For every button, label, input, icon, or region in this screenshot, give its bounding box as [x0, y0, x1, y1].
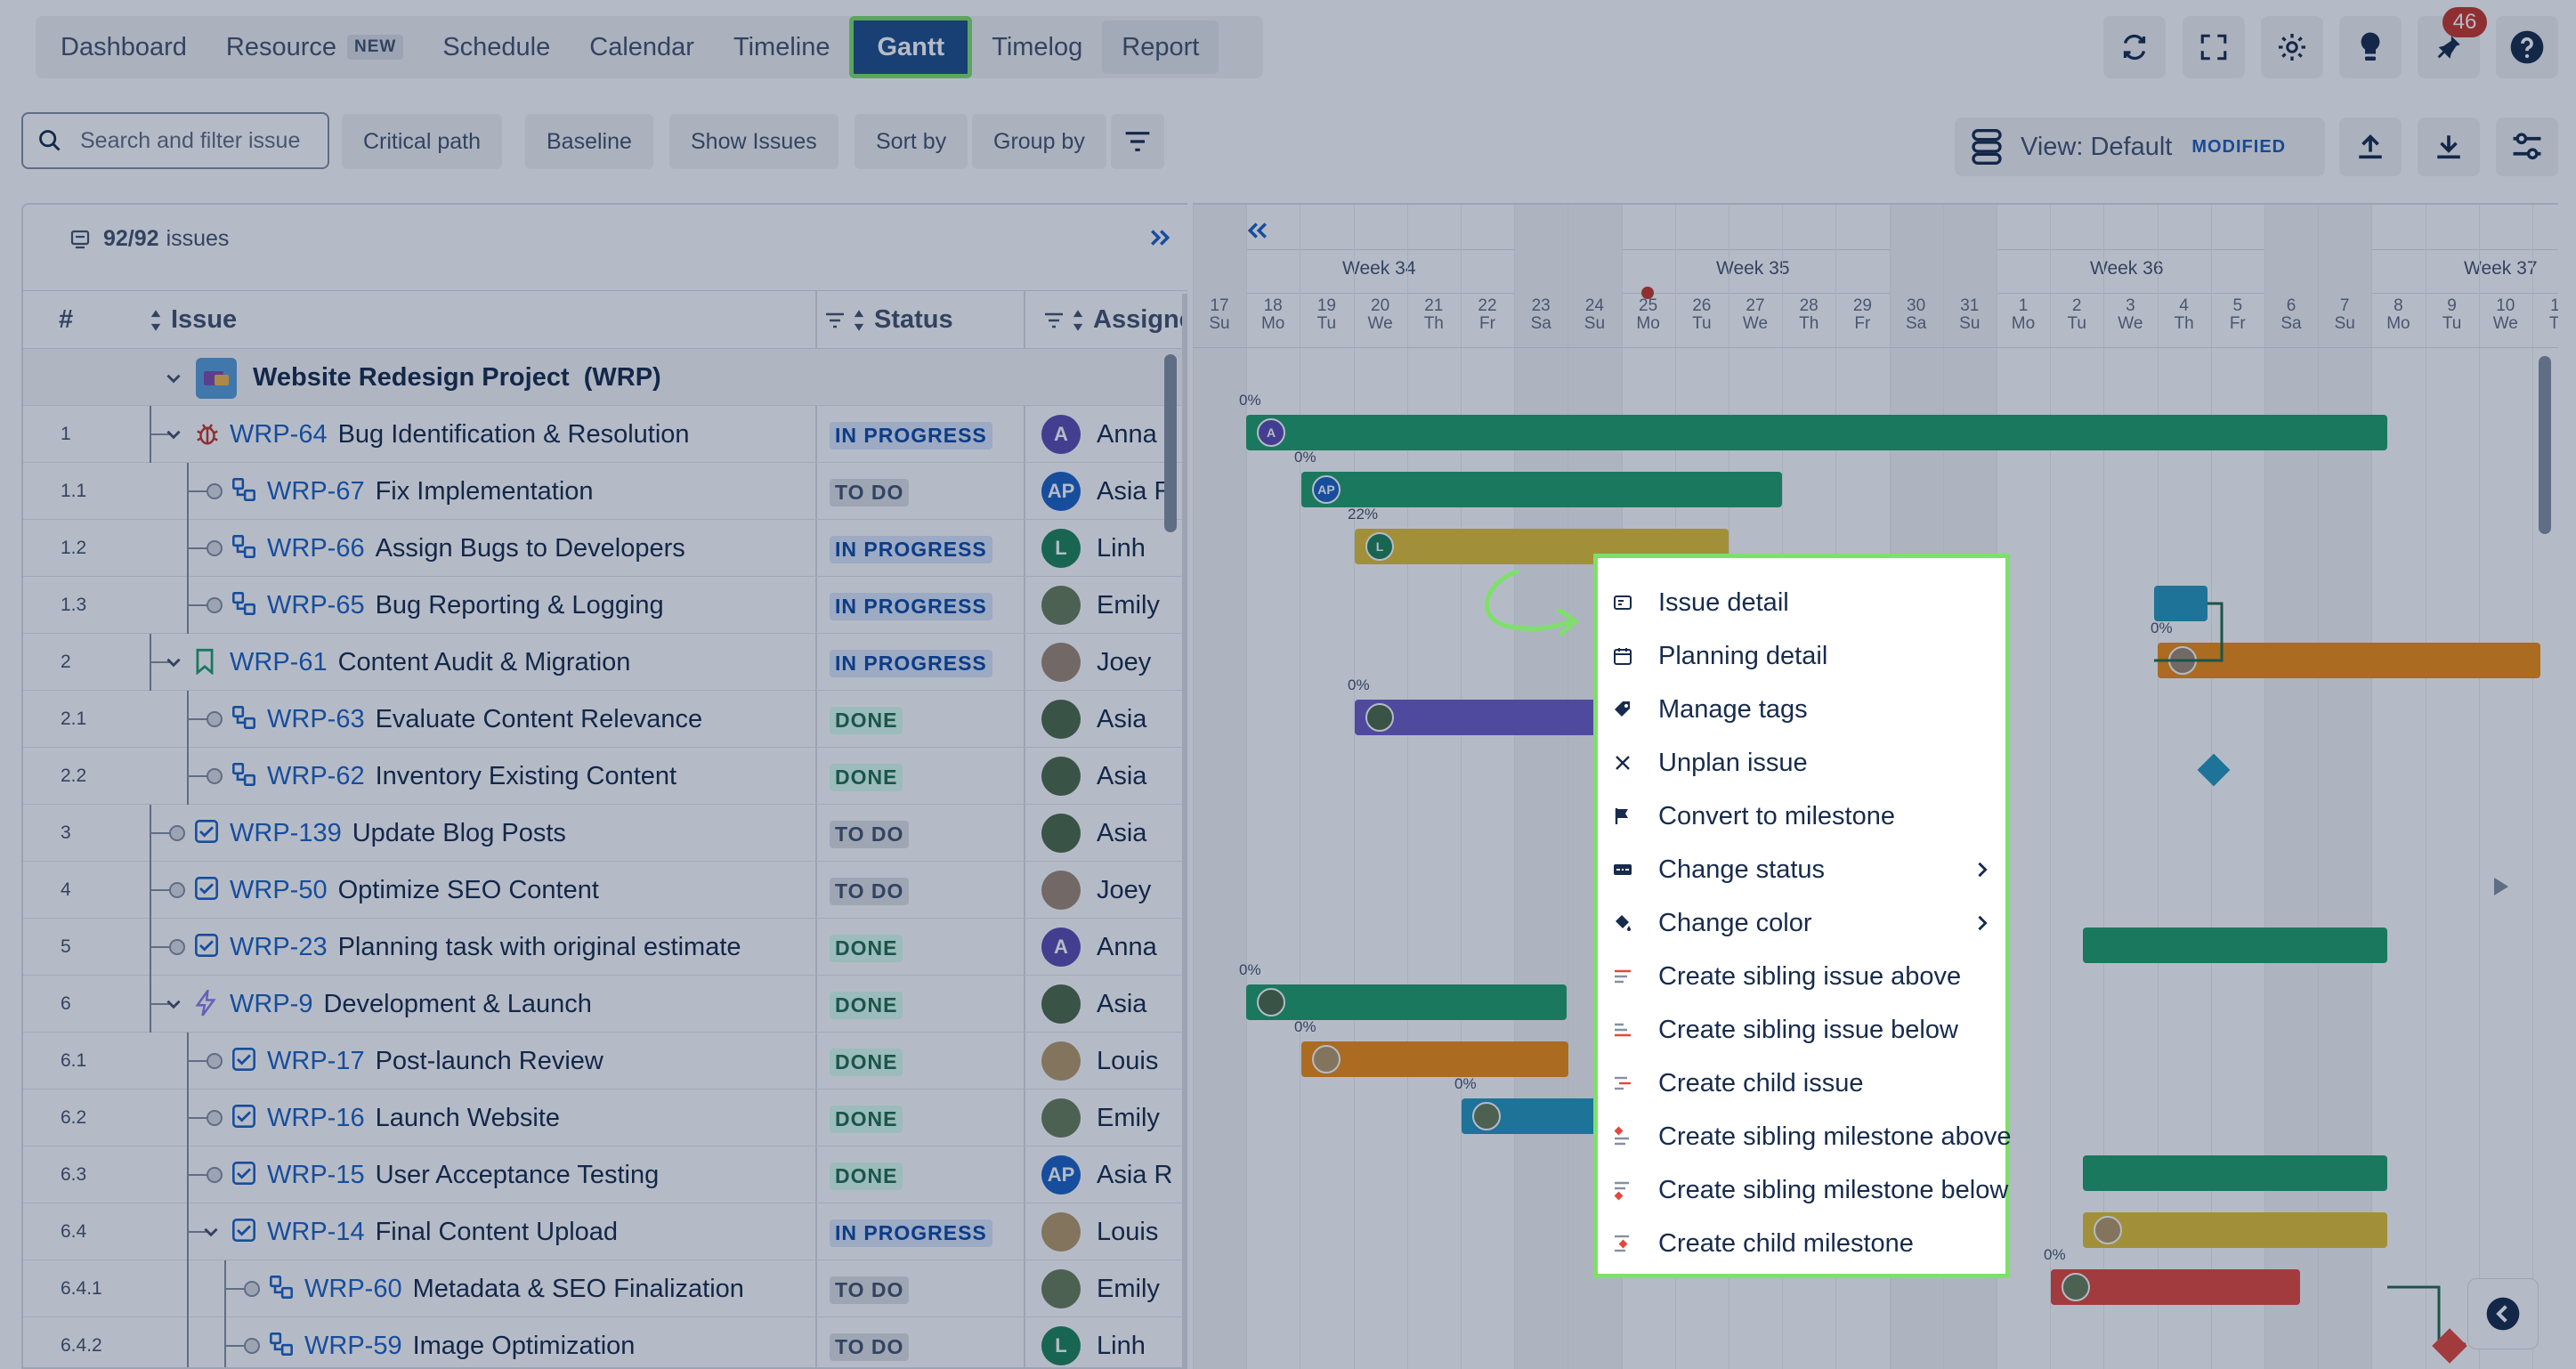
paint-bucket-icon	[1612, 912, 1633, 934]
milestone-below-icon	[1612, 1179, 1633, 1201]
menu-item-label: Create child issue	[1658, 1068, 1864, 1098]
menu-item-planning-detail[interactable]: Planning detail	[1598, 629, 2005, 683]
sibling-above-icon	[1612, 966, 1633, 987]
menu-item-label: Convert to milestone	[1658, 801, 1895, 830]
tag-icon	[1612, 699, 1633, 720]
context-menu: Issue detail Planning detail Manage tags Un…	[1593, 554, 2012, 1278]
sibling-below-icon	[1612, 1019, 1633, 1041]
menu-item-label: Create sibling milestone below	[1658, 1175, 2009, 1204]
menu-item-create-child-milestone[interactable]: Create child milestone	[1598, 1217, 2005, 1270]
child-issue-icon	[1612, 1073, 1633, 1094]
menu-item-create-sibling-milestone-below[interactable]: Create sibling milestone below	[1598, 1163, 2009, 1217]
status-icon	[1612, 859, 1633, 880]
menu-item-label: Manage tags	[1658, 694, 1808, 724]
menu-item-create-child-issue[interactable]: Create child issue	[1598, 1057, 2005, 1110]
issue-detail-icon	[1612, 592, 1633, 613]
modal-overlay[interactable]	[0, 0, 2576, 1369]
menu-item-create-sibling-issue-above[interactable]: Create sibling issue above	[1598, 950, 2005, 1003]
milestone-above-icon	[1612, 1126, 1633, 1147]
menu-item-label: Change status	[1658, 855, 1826, 884]
flag-icon	[1612, 806, 1633, 827]
close-icon	[1612, 752, 1633, 774]
menu-item-label: Create sibling milestone above	[1658, 1122, 2012, 1151]
menu-item-manage-tags[interactable]: Manage tags	[1598, 683, 2005, 736]
menu-item-create-sibling-milestone-above[interactable]: Create sibling milestone above	[1598, 1110, 2012, 1163]
menu-item-label: Create sibling issue below	[1658, 1015, 1958, 1044]
chevron-right-icon	[1978, 915, 1988, 931]
menu-item-label: Create child milestone	[1658, 1228, 1914, 1258]
annotation-arrow-icon	[1484, 569, 1580, 636]
calendar-icon	[1612, 645, 1633, 667]
menu-item-convert-to-milestone[interactable]: Convert to milestone	[1598, 790, 2005, 843]
menu-item-label: Planning detail	[1658, 641, 1828, 670]
menu-item-label: Issue detail	[1658, 587, 1789, 617]
menu-item-label: Unplan issue	[1658, 748, 1808, 777]
chevron-right-icon	[1978, 862, 1988, 878]
menu-item-unplan-issue[interactable]: Unplan issue	[1598, 736, 2005, 790]
menu-item-create-sibling-issue-below[interactable]: Create sibling issue below	[1598, 1003, 2005, 1057]
child-milestone-icon	[1612, 1233, 1633, 1254]
app-root: Dashboard Resource NEW Schedule Calendar …	[0, 0, 2576, 1369]
menu-item-issue-detail[interactable]: Issue detail	[1598, 576, 2005, 629]
menu-item-change-color[interactable]: Change color	[1598, 896, 2005, 950]
menu-item-label: Create sibling issue above	[1658, 961, 1962, 991]
menu-item-label: Change color	[1658, 908, 1812, 937]
menu-item-change-status[interactable]: Change status	[1598, 843, 2005, 896]
